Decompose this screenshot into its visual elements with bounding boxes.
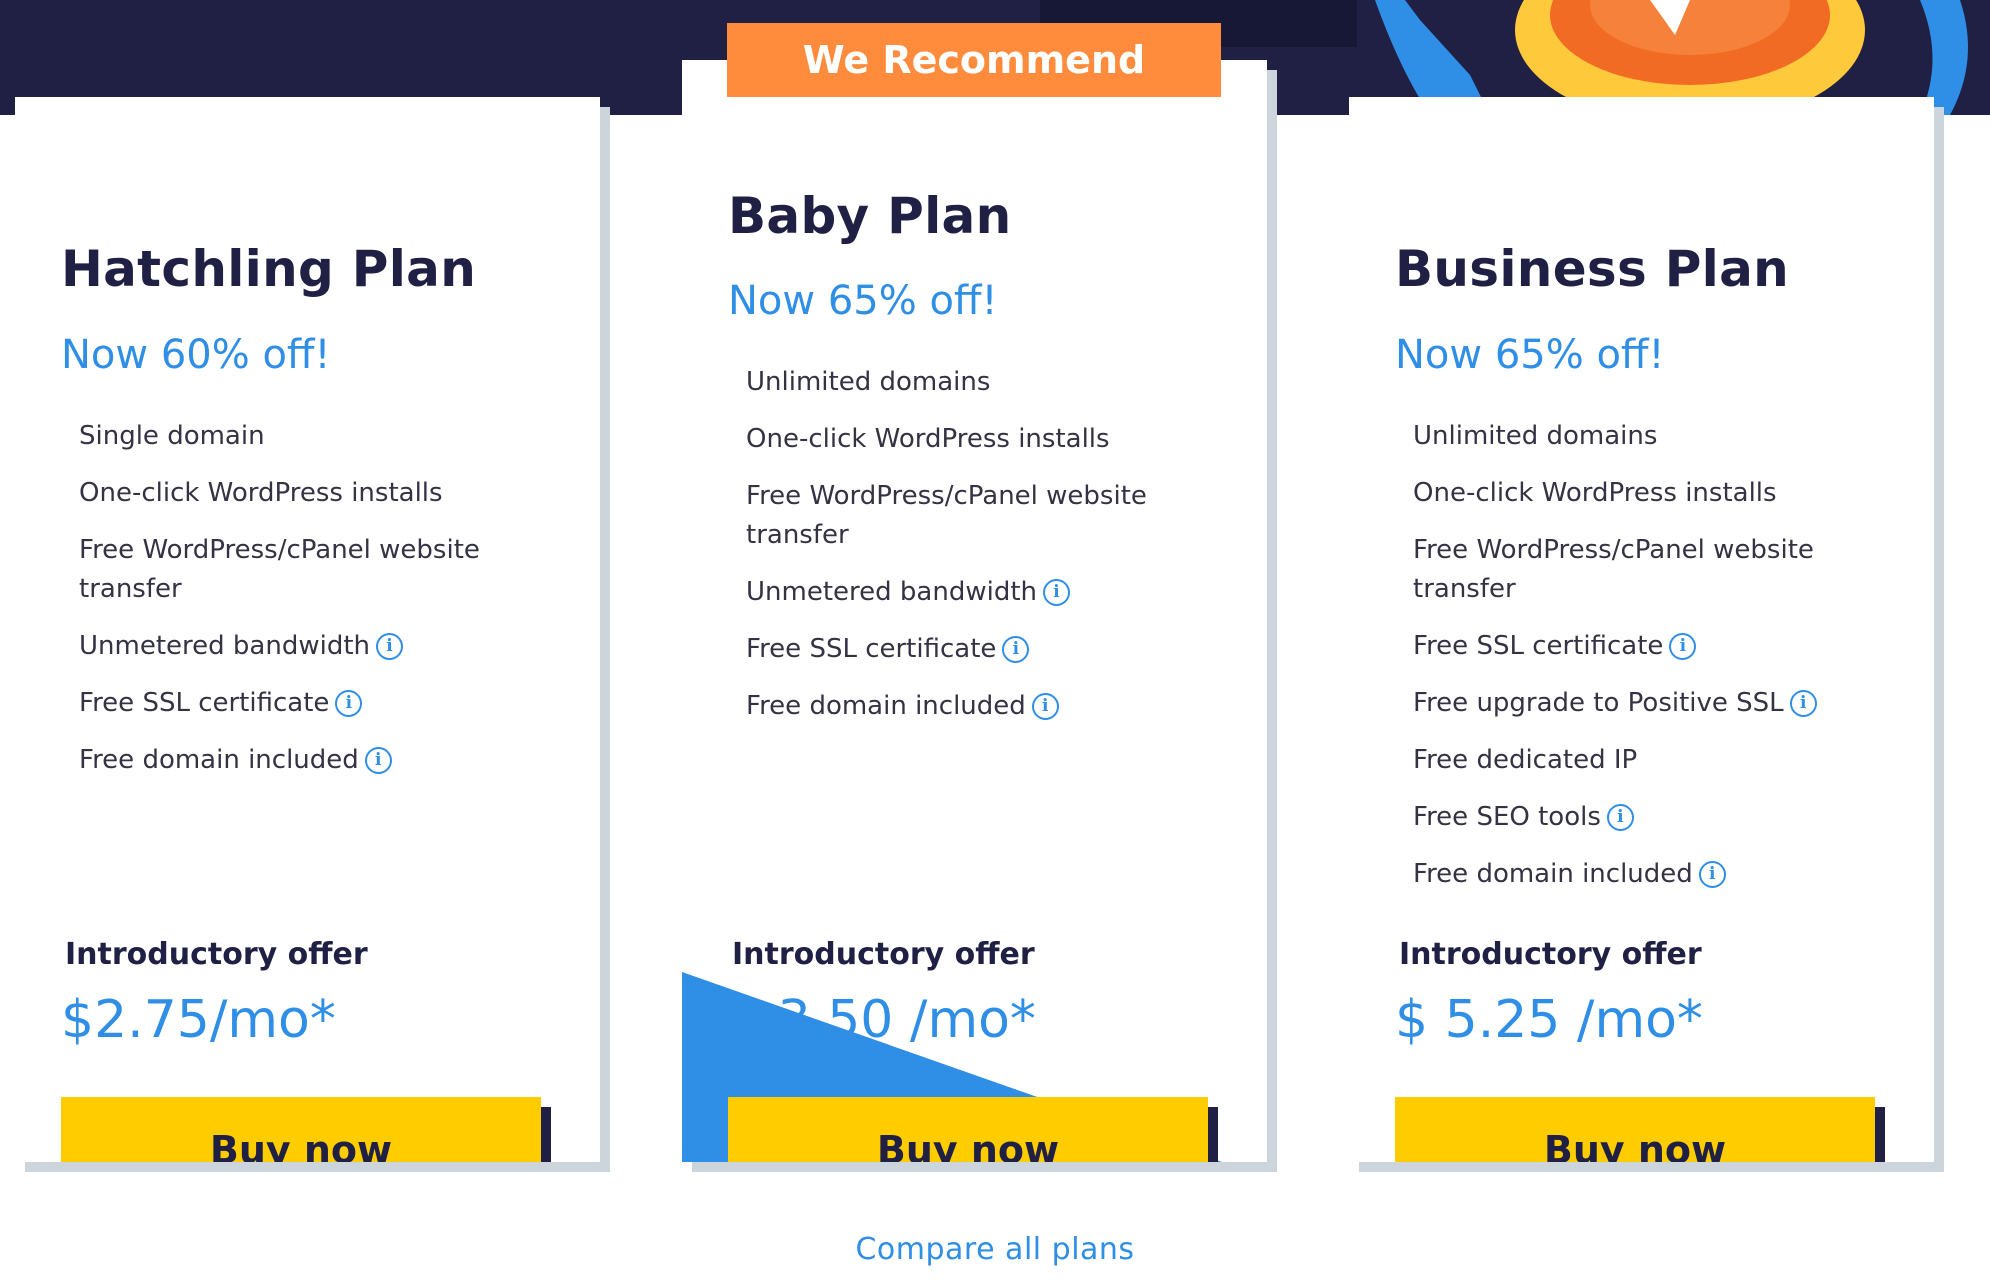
info-icon[interactable]: i — [1031, 693, 1059, 720]
feature-item: Free SSL certificate i — [746, 630, 1227, 669]
feature-item: One-click WordPress installs — [746, 420, 1227, 459]
plan-price: $ 5.25 /mo* — [1395, 990, 1703, 1050]
feature-text: One-click WordPress installs — [1413, 478, 1777, 508]
plan-card-hatchling: Hatchling Plan Now 60% off! Single domai… — [15, 97, 600, 1162]
info-icon[interactable]: i — [376, 633, 403, 660]
feature-item: Free SSL certificate i — [1413, 627, 1894, 666]
plan-card-business: Business Plan Now 65% off! Unlimited dom… — [1349, 97, 1934, 1162]
recommend-ribbon: We Recommend — [727, 23, 1221, 97]
info-icon[interactable]: i — [364, 747, 392, 774]
feature-text: Free dedicated IP — [1413, 745, 1638, 775]
feature-item: One-click WordPress installs — [79, 474, 560, 513]
feature-list: Single domain One-click WordPress install… — [79, 417, 560, 798]
feature-text: Free domain included — [1413, 859, 1693, 889]
feature-text: Unmetered bandwidth — [79, 631, 370, 661]
feature-item: Single domain — [79, 417, 560, 456]
feature-text: Free SSL certificate — [79, 688, 330, 718]
compare-all-plans-link[interactable]: Compare all plans — [0, 1232, 1990, 1267]
feature-text: Unmetered bandwidth — [746, 577, 1037, 607]
buy-now-button[interactable]: Buy now — [1395, 1097, 1875, 1162]
plan-discount: Now 65% off! — [728, 278, 998, 324]
feature-item: Free WordPress/cPanel website transfer — [79, 531, 560, 609]
info-icon[interactable]: i — [1669, 633, 1697, 660]
offer-label: Introductory offer — [732, 937, 1035, 972]
offer-label: Introductory offer — [1399, 937, 1702, 972]
info-icon[interactable]: i — [1698, 861, 1726, 888]
buy-now-button[interactable]: Buy now — [61, 1097, 541, 1162]
feature-item: Free upgrade to Positive SSL i — [1413, 684, 1894, 723]
feature-list: Unlimited domains One-click WordPress ins… — [746, 363, 1227, 744]
offer-label: Introductory offer — [65, 937, 368, 972]
info-icon[interactable]: i — [1606, 804, 1634, 831]
info-icon[interactable]: i — [1002, 636, 1030, 663]
feature-item: Free domain included i — [79, 741, 560, 780]
info-icon[interactable]: i — [1789, 690, 1817, 717]
feature-text: Free upgrade to Positive SSL — [1413, 688, 1784, 718]
plan-discount: Now 60% off! — [61, 332, 331, 378]
buy-now-button[interactable]: Buy now — [728, 1097, 1208, 1162]
feature-item: Free WordPress/cPanel website transfer — [746, 477, 1227, 555]
feature-item: Free domain included i — [1413, 855, 1894, 894]
feature-text: One-click WordPress installs — [746, 424, 1110, 454]
plan-card-baby: Baby Plan Now 65% off! Unlimited domains… — [682, 60, 1267, 1162]
plan-title: Baby Plan — [728, 187, 1012, 245]
info-icon[interactable]: i — [1043, 579, 1070, 606]
feature-item: Free SEO tools i — [1413, 798, 1894, 837]
feature-text: Free WordPress/cPanel website transfer — [1413, 535, 1814, 604]
feature-text: Free SSL certificate — [746, 634, 997, 664]
feature-item: Free domain included i — [746, 687, 1227, 726]
plan-title: Hatchling Plan — [61, 240, 477, 298]
feature-item: Unmetered bandwidth i — [746, 573, 1227, 612]
plan-discount: Now 65% off! — [1395, 332, 1665, 378]
feature-text: Unlimited domains — [746, 367, 991, 397]
feature-item: Free SSL certificate i — [79, 684, 560, 723]
plan-title: Business Plan — [1395, 240, 1790, 298]
plan-price: $ 3.50 /mo* — [728, 990, 1036, 1050]
feature-item: Unlimited domains — [1413, 417, 1894, 456]
feature-item: Free dedicated IP — [1413, 741, 1894, 780]
info-icon[interactable]: i — [335, 690, 363, 717]
feature-text: Single domain — [79, 421, 265, 451]
feature-text: Free domain included — [79, 745, 359, 775]
feature-text: Free WordPress/cPanel website transfer — [79, 535, 480, 604]
feature-text: Free SEO tools — [1413, 802, 1601, 832]
feature-item: Unlimited domains — [746, 363, 1227, 402]
feature-item: Unmetered bandwidth i — [79, 627, 560, 666]
feature-text: One-click WordPress installs — [79, 478, 443, 508]
feature-text: Free SSL certificate — [1413, 631, 1664, 661]
feature-text: Unlimited domains — [1413, 421, 1658, 451]
plan-price: $2.75/mo* — [61, 990, 336, 1050]
feature-text: Free domain included — [746, 691, 1026, 721]
feature-item: Free WordPress/cPanel website transfer — [1413, 531, 1894, 609]
feature-item: One-click WordPress installs — [1413, 474, 1894, 513]
feature-text: Free WordPress/cPanel website transfer — [746, 481, 1147, 550]
feature-list: Unlimited domains One-click WordPress ins… — [1413, 417, 1894, 912]
